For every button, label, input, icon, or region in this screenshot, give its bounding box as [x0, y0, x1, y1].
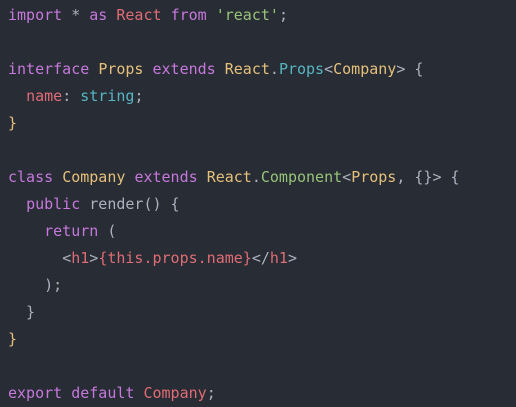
code-token-punctuation: , {}> {	[396, 168, 460, 186]
code-token-property: Company	[143, 384, 207, 402]
code-line[interactable]: name: string;	[8, 83, 516, 110]
code-token-string: Component	[260, 168, 343, 186]
code-line[interactable]	[8, 137, 516, 164]
code-token-property: h1	[71, 249, 90, 267]
code-token-keyword: as	[89, 6, 108, 24]
code-token-type: Props	[98, 60, 144, 78]
code-token-punctuation: <	[62, 249, 72, 267]
code-token-punctuation: >	[287, 249, 297, 267]
code-token-keyword: public	[26, 195, 81, 213]
code-token-type: }	[8, 114, 18, 132]
code-token-property: h1	[269, 249, 288, 267]
code-token-text: *	[62, 6, 90, 24]
code-line[interactable]: <h1>{this.props.name}</h1>	[8, 245, 516, 272]
code-token-punctuation: <	[342, 168, 352, 186]
code-token-property: React	[116, 6, 162, 24]
code-token-type: Company	[333, 60, 397, 78]
code-token-punctuation: .	[269, 60, 279, 78]
code-token-text: );	[8, 276, 63, 294]
code-line[interactable]: return (	[8, 218, 516, 245]
code-token-property: name	[26, 87, 63, 105]
code-token-builtin-type: string	[80, 87, 135, 105]
code-token-punctuation: <	[324, 60, 334, 78]
code-line[interactable]: public render() {	[8, 191, 516, 218]
code-token-text: }	[8, 303, 36, 321]
code-token-keyword: export	[8, 384, 63, 402]
code-line[interactable]: export default Company;	[8, 380, 516, 407]
code-line[interactable]: );	[8, 272, 516, 299]
code-token-keyword: class	[8, 168, 54, 186]
code-token-keyword: extends	[134, 168, 198, 186]
code-token-keyword: interface	[8, 60, 90, 78]
code-token-punctuation: .	[251, 168, 261, 186]
code-token-punctuation: ;	[206, 384, 216, 402]
code-token-type: React	[206, 168, 252, 186]
code-token-keyword: extends	[152, 60, 216, 78]
code-token-keyword: default	[71, 384, 135, 402]
code-line[interactable]: }	[8, 326, 516, 353]
code-token-punctuation: > {	[396, 60, 424, 78]
code-line[interactable]: }	[8, 110, 516, 137]
code-line[interactable]: import * as React from 'react';	[8, 2, 516, 29]
code-token-property: {this.props.name}	[98, 249, 252, 267]
code-token-type: Company	[62, 168, 126, 186]
code-token-type: Props	[351, 168, 397, 186]
code-token-punctuation: :	[62, 87, 81, 105]
code-line[interactable]: interface Props extends React.Props<Comp…	[8, 56, 516, 83]
code-token-punctuation: ;	[134, 87, 144, 105]
code-token-type: }	[8, 330, 18, 348]
code-token-keyword: import	[8, 6, 63, 24]
code-token-punctuation: >	[89, 249, 99, 267]
code-token-string: 'react'	[215, 6, 279, 24]
code-token-keyword: return	[44, 222, 99, 240]
code-line[interactable]: class Company extends React.Component<Pr…	[8, 164, 516, 191]
code-token-punctuation: </	[251, 249, 270, 267]
code-token-punctuation: ;	[278, 6, 288, 24]
code-token-builtin-type: Props	[278, 60, 325, 78]
code-editor[interactable]: import * as React from 'react'; interface…	[0, 0, 516, 405]
code-line[interactable]: }	[8, 299, 516, 326]
code-token-text: (	[98, 222, 117, 240]
code-token-type: React	[224, 60, 270, 78]
code-line[interactable]	[8, 353, 516, 380]
code-token-keyword: from	[170, 6, 207, 24]
code-token-text: render() {	[80, 195, 180, 213]
code-line[interactable]	[8, 29, 516, 56]
